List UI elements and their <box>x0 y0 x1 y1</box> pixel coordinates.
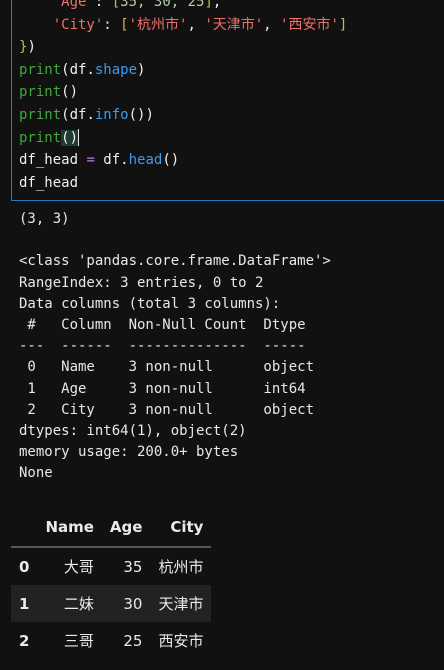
code-token: : <box>103 16 121 33</box>
cell-age: 35 <box>123 557 143 576</box>
code-token: info <box>94 106 129 123</box>
code-token: head <box>128 152 163 169</box>
cell-age: 30 <box>123 594 143 613</box>
code-line[interactable]: 'City': ['杭州市', '天津市', '西安市'] <box>19 14 348 37</box>
code-token: '杭州市' <box>128 16 188 33</box>
dataframe-table: Name Age City 0 大哥 35 杭州市 1 二妹 30 天津市 2 … <box>11 508 212 659</box>
code-token: = <box>86 152 95 169</box>
code-token: () <box>162 152 180 169</box>
code-line[interactable]: df_head <box>19 172 347 195</box>
code-token: ] <box>338 16 348 33</box>
column-header-age: Age <box>109 518 143 536</box>
cell-city: 杭州市 <box>158 558 204 576</box>
code-token: '西安市' <box>280 16 339 33</box>
text-cursor <box>78 129 80 147</box>
code-token: df. <box>94 152 129 169</box>
row-index: 2 <box>19 631 30 650</box>
code-line[interactable]: df_head = df.head() <box>19 149 347 172</box>
code-token: print <box>19 84 62 101</box>
code-line[interactable]: print() <box>19 127 347 150</box>
code-token: (df. <box>61 106 95 123</box>
table-row: 0 大哥 35 杭州市 <box>11 547 211 585</box>
code-token: print <box>19 106 62 123</box>
code-token: () <box>61 129 79 146</box>
code-token: '天津市' <box>204 16 264 33</box>
code-token: , <box>263 16 281 33</box>
code-token: () <box>61 84 79 101</box>
code-token: [ <box>120 16 129 33</box>
code-token: [ <box>111 0 121 10</box>
code-token: print <box>19 129 62 146</box>
cell-name: 三哥 <box>63 632 94 650</box>
code-token: shape <box>94 61 138 78</box>
code-line[interactable]: }) <box>19 36 347 59</box>
cell-output-text: (3, 3) <class 'pandas.core.frame.DataFra… <box>19 211 331 482</box>
code-token: df_head <box>19 174 79 191</box>
code-token: ()) <box>128 106 154 123</box>
cell-name: 二妹 <box>63 595 94 613</box>
code-token: , <box>212 0 222 10</box>
code-token: df_head <box>19 152 87 169</box>
column-header-index <box>11 508 37 547</box>
code-line[interactable]: print(df.shape) <box>19 59 347 82</box>
code-editor[interactable]: 'Age': [35, 30, 25], 'City': ['杭州市', '天津… <box>19 0 347 194</box>
cell-name: 大哥 <box>63 558 94 576</box>
table-header-row: Name Age City <box>11 508 212 547</box>
table-row: 1 二妹 30 天津市 <box>11 585 212 622</box>
code-token: print <box>19 61 62 78</box>
code-token: ) <box>137 61 146 78</box>
code-line[interactable]: 'Age': [35, 30, 25], <box>19 0 347 14</box>
cell-city: 天津市 <box>158 595 204 613</box>
column-header-name: Name <box>45 518 94 536</box>
code-token: (df. <box>61 61 95 78</box>
table-row: 2 三哥 25 西安市 <box>11 622 211 659</box>
code-token: 'Age' <box>52 0 95 10</box>
code-token: 'City' <box>52 16 104 33</box>
cell-city: 西安市 <box>158 632 204 650</box>
cell-age: 25 <box>123 631 143 650</box>
code-token: : <box>94 0 112 10</box>
row-index: 0 <box>19 557 30 576</box>
code-line[interactable]: print(df.info()) <box>19 104 347 127</box>
code-token: 35, 30, 25 <box>120 0 205 10</box>
code-token: ) <box>27 39 36 56</box>
code-token: , <box>187 16 205 33</box>
code-line[interactable]: print() <box>19 81 347 104</box>
column-header-city: City <box>170 518 204 536</box>
row-index: 1 <box>19 594 30 613</box>
code-token: ] <box>204 0 213 10</box>
